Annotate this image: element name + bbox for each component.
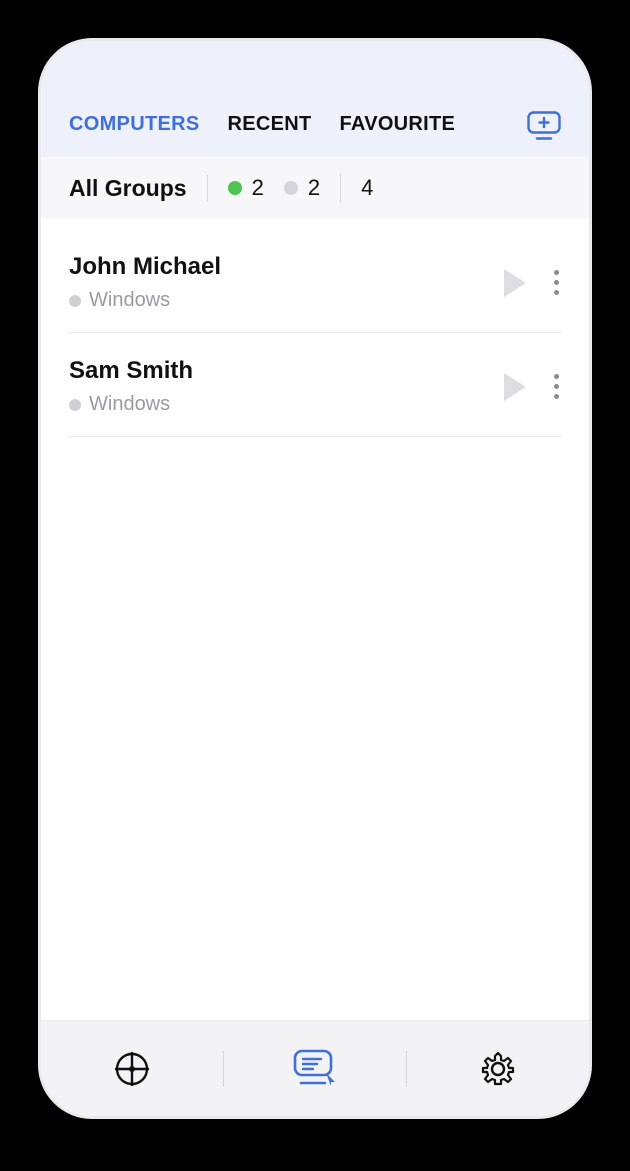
gear-icon	[479, 1050, 517, 1088]
total-count: 4	[361, 175, 373, 201]
tab-favourite[interactable]: FAVOURITE	[340, 113, 456, 136]
device-row[interactable]: Sam Smith Windows	[69, 333, 561, 437]
online-dot-icon	[228, 181, 242, 195]
crosshair-icon	[113, 1050, 151, 1088]
tab-bar: COMPUTERS RECENT FAVOURITE	[41, 111, 589, 157]
device-os: Windows	[69, 393, 504, 416]
more-options-button[interactable]	[552, 264, 561, 301]
nav-target[interactable]	[41, 1021, 223, 1116]
group-bar[interactable]: All Groups 2 2 4	[41, 157, 589, 219]
device-meta: John Michael Windows	[69, 253, 504, 312]
remote-screen-icon	[293, 1049, 337, 1089]
divider	[340, 173, 341, 203]
tab-recent[interactable]: RECENT	[227, 113, 311, 136]
empty-area	[41, 437, 589, 1020]
device-list: John Michael Windows Sam Smith Windows	[41, 219, 589, 437]
device-row[interactable]: John Michael Windows	[69, 229, 561, 333]
nav-remote[interactable]	[224, 1021, 406, 1116]
phone-frame: COMPUTERS RECENT FAVOURITE All Groups 2 …	[38, 38, 592, 1119]
connect-button[interactable]	[504, 373, 526, 401]
device-meta: Sam Smith Windows	[69, 357, 504, 416]
offline-count-value: 2	[308, 175, 320, 201]
offline-dot-icon	[284, 181, 298, 195]
device-os-label: Windows	[89, 393, 170, 416]
add-computer-button[interactable]	[527, 111, 561, 137]
device-os-label: Windows	[89, 289, 170, 312]
device-os: Windows	[69, 289, 504, 312]
more-options-button[interactable]	[552, 368, 561, 405]
status-dot-icon	[69, 399, 81, 411]
total-count-value: 4	[361, 175, 373, 201]
header: COMPUTERS RECENT FAVOURITE	[41, 41, 589, 157]
connect-button[interactable]	[504, 269, 526, 297]
nav-settings[interactable]	[407, 1021, 589, 1116]
device-name: John Michael	[69, 253, 504, 281]
tab-computers[interactable]: COMPUTERS	[69, 113, 199, 136]
online-count-value: 2	[252, 175, 264, 201]
status-dot-icon	[69, 295, 81, 307]
online-count: 2	[228, 175, 264, 201]
plus-monitor-icon	[527, 111, 561, 141]
bottom-nav	[41, 1020, 589, 1116]
offline-count: 2	[284, 175, 320, 201]
device-name: Sam Smith	[69, 357, 504, 385]
group-title: All Groups	[69, 175, 208, 202]
